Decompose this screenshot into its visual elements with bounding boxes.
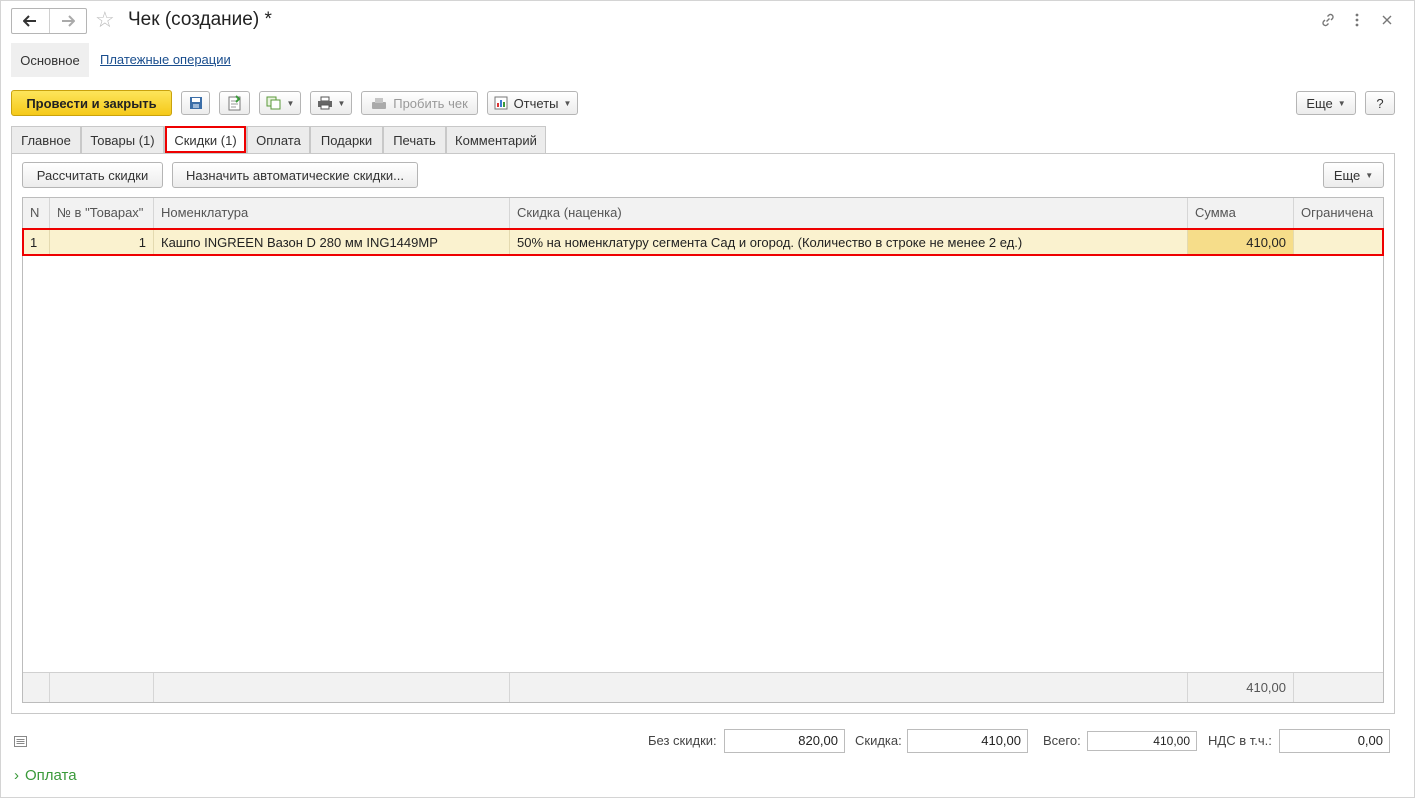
create-based-on-button[interactable]: ▼ [259,91,301,115]
chevron-down-icon: ▼ [337,98,346,108]
post-and-close-button[interactable]: Провести и закрыть [11,90,172,116]
vat-label: НДС в т.ч.: [1208,733,1272,748]
print-button[interactable]: ▼ [310,91,352,115]
forward-arrow-icon [61,15,75,27]
tab-print[interactable]: Печать [383,126,446,153]
section-main[interactable]: Основное [11,43,89,77]
total-label: Всего: [1043,733,1081,748]
grid-more-button[interactable]: Еще ▼ [1323,162,1384,188]
total-field[interactable]: 410,00 [1087,731,1197,751]
chevron-down-icon: ▼ [1365,170,1374,180]
column-header-n[interactable]: N [23,198,50,228]
close-icon[interactable] [1377,10,1397,30]
message-list-icon[interactable] [14,735,27,750]
payment-group-label: Оплата [25,767,77,784]
footer-cell [1294,673,1383,702]
more-button[interactable]: Еще ▼ [1296,91,1356,115]
create-based-on-icon [266,96,281,110]
tab-goods[interactable]: Товары (1) [81,126,164,153]
footer-cell [50,673,154,702]
reports-label: Отчеты [513,95,559,111]
column-header-goods-no[interactable]: № в "Товарах" [50,198,154,228]
column-header-limited[interactable]: Ограничена [1294,198,1383,228]
link-icon[interactable] [1318,10,1338,30]
printer-icon [317,96,332,110]
footer-sum: 410,00 [1188,673,1294,702]
footer-cell [154,673,510,702]
column-header-discount[interactable]: Скидка (наценка) [510,198,1188,228]
page-title: Чек (создание) * [128,9,272,30]
print-receipt-label: Пробить чек [393,95,468,111]
cash-register-icon [372,98,387,109]
no-discount-field[interactable]: 820,00 [724,729,845,753]
column-header-item[interactable]: Номенклатура [154,198,510,228]
chevron-down-icon: ▼ [563,98,572,108]
print-receipt-button[interactable]: Пробить чек [361,91,478,115]
star-icon[interactable]: ☆ [95,7,115,33]
back-arrow-icon [23,15,37,27]
post-document-icon [228,95,240,111]
table-header: N № в "Товарах" Номенклатура Скидка (нац… [23,198,1383,229]
payment-group-toggle[interactable]: › Оплата [14,767,77,785]
chevron-right-icon: › [14,767,19,784]
row-highlight [22,228,1384,256]
tab-gifts[interactable]: Подарки [310,126,383,153]
floppy-disk-icon [189,97,202,109]
section-payments-link[interactable]: Платежные операции [100,52,231,68]
forward-button[interactable] [48,9,87,33]
tab-main[interactable]: Главное [11,126,81,153]
no-discount-label: Без скидки: [648,733,717,748]
chevron-down-icon: ▼ [286,98,295,108]
back-button[interactable] [12,9,49,33]
assign-auto-discounts-button[interactable]: Назначить автоматические скидки... [172,162,418,188]
footer-cell [510,673,1188,702]
more-vertical-icon[interactable] [1347,10,1367,30]
post-button[interactable] [219,91,250,115]
footer-cell [23,673,50,702]
discount-label: Скидка: [855,733,902,748]
discounts-tab-highlight [165,126,246,153]
column-header-sum[interactable]: Сумма [1188,198,1294,228]
discounts-table[interactable]: N № в "Товарах" Номенклатура Скидка (нац… [22,197,1384,703]
history-nav [11,8,87,34]
grid-more-label: Еще [1333,167,1361,183]
save-button[interactable] [181,91,210,115]
table-footer: 410,00 [23,672,1383,702]
report-chart-icon [494,96,508,110]
chevron-down-icon: ▼ [1337,98,1346,108]
vat-field[interactable]: 0,00 [1279,729,1390,753]
reports-button[interactable]: Отчеты ▼ [487,91,578,115]
calculate-discounts-button[interactable]: Рассчитать скидки [22,162,163,188]
more-label: Еще [1306,95,1333,111]
discount-field[interactable]: 410,00 [907,729,1028,753]
help-button[interactable]: ? [1365,91,1395,115]
tab-payment[interactable]: Оплата [247,126,310,153]
tab-comment[interactable]: Комментарий [446,126,546,153]
